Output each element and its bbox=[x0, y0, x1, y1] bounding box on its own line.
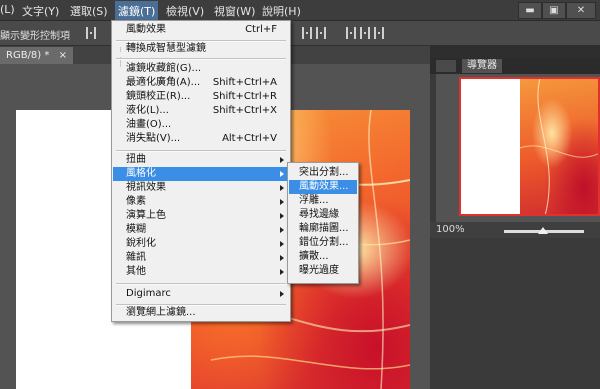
menu-window[interactable]: 視窗(W) bbox=[214, 3, 255, 19]
distribute-right-icon[interactable] bbox=[374, 27, 384, 39]
submenu-item-wind[interactable]: 風動效果... bbox=[289, 180, 357, 194]
menu-separator bbox=[116, 58, 286, 60]
submenu-arrow-icon bbox=[280, 199, 284, 205]
filter-menu: 風動效果 Ctrl+F 轉換成智慧型濾鏡 濾鏡收藏館(G)... 最適化廣角(A)… bbox=[111, 20, 291, 322]
menu-select[interactable]: 選取(S) bbox=[70, 3, 108, 19]
zoom-value[interactable]: 100% bbox=[436, 224, 465, 235]
menu-item-noise[interactable]: 雜訊 bbox=[113, 251, 289, 265]
menu-view[interactable]: 檢視(V) bbox=[166, 3, 204, 19]
menu-separator bbox=[116, 150, 286, 152]
menu-item-wind-last[interactable]: 風動效果 Ctrl+F bbox=[113, 23, 289, 37]
submenu-arrow-icon bbox=[280, 213, 284, 219]
menu-item-vanishing-point[interactable]: 消失點(V)... Alt+Ctrl+V bbox=[113, 132, 289, 146]
submenu-item-trace-contour[interactable]: 輪廓描圖... bbox=[289, 222, 357, 236]
menu-item-blur[interactable]: 模糊 bbox=[113, 223, 289, 237]
options-bar: 顯示變形控制項 bbox=[0, 21, 600, 46]
submenu-item-diffuse[interactable]: 擴散... bbox=[289, 250, 357, 264]
menu-item-oil-paint[interactable]: 油畫(O)... bbox=[113, 118, 289, 132]
tab-close-icon[interactable]: × bbox=[59, 50, 67, 61]
distribute-left-icon[interactable] bbox=[346, 27, 356, 39]
close-button[interactable]: ✕ bbox=[566, 2, 596, 19]
menu-item-browse-filters-online[interactable]: 瀏覽網上濾鏡... bbox=[113, 306, 289, 320]
menu-separator bbox=[116, 283, 286, 285]
menu-layer[interactable]: (L) bbox=[0, 3, 15, 16]
menu-item-video[interactable]: 視訊效果 bbox=[113, 181, 289, 195]
menu-item-convert-smart-filter[interactable]: 轉換成智慧型濾鏡 bbox=[113, 42, 289, 56]
menu-item-other[interactable]: 其他 bbox=[113, 265, 289, 279]
submenu-item-solarize[interactable]: 曝光過度 bbox=[289, 264, 357, 278]
menu-item-adaptive-wide-angle[interactable]: 最適化廣角(A)... Shift+Ctrl+A bbox=[113, 76, 289, 90]
panel-tab-row bbox=[430, 58, 600, 74]
submenu-item-find-edges[interactable]: 尋找邊緣 bbox=[289, 208, 357, 222]
align-top-icon[interactable] bbox=[86, 27, 96, 39]
submenu-arrow-icon bbox=[280, 255, 284, 261]
document-tab-label: RGB/8) * bbox=[6, 50, 50, 61]
menu-item-stylize[interactable]: 風格化 bbox=[113, 167, 289, 181]
zoom-slider-handle[interactable] bbox=[538, 227, 548, 234]
stylize-submenu: 突出分割... 風動效果... 浮雕... 尋找邊緣 輪廓描圖... 錯位分割.… bbox=[287, 162, 359, 284]
menu-text[interactable]: 文字(Y) bbox=[22, 3, 59, 19]
submenu-arrow-icon bbox=[280, 269, 284, 275]
menu-item-render[interactable]: 演算上色 bbox=[113, 209, 289, 223]
submenu-arrow-icon bbox=[280, 157, 284, 163]
menu-filter[interactable]: 濾鏡(T) bbox=[115, 1, 159, 21]
submenu-item-emboss[interactable]: 浮雕... bbox=[289, 194, 357, 208]
menu-item-pixelate[interactable]: 像素 bbox=[113, 195, 289, 209]
document-tab[interactable]: RGB/8) * × bbox=[0, 47, 73, 64]
restore-button[interactable]: ▣ bbox=[542, 2, 566, 19]
submenu-arrow-icon bbox=[280, 227, 284, 233]
menu-item-lens-correction[interactable]: 鏡頭校正(R)... Shift+Ctrl+R bbox=[113, 90, 289, 104]
minimize-button[interactable]: ▬ bbox=[518, 2, 542, 19]
distribute-center-icon[interactable] bbox=[360, 27, 370, 39]
submenu-arrow-icon bbox=[280, 291, 284, 297]
distribute-icon[interactable] bbox=[302, 27, 312, 39]
tab-navigator[interactable]: 導覽器 bbox=[462, 59, 502, 73]
submenu-arrow-icon bbox=[280, 171, 284, 177]
panel-lower-area bbox=[436, 238, 600, 389]
menu-item-digimarc[interactable]: Digimarc bbox=[113, 287, 289, 301]
menu-help[interactable]: 說明(H) bbox=[262, 3, 301, 19]
submenu-arrow-icon bbox=[280, 185, 284, 191]
submenu-item-tiles[interactable]: 錯位分割... bbox=[289, 236, 357, 250]
panel-header bbox=[430, 46, 600, 58]
menu-bar: (L) 文字(Y) 選取(S) 濾鏡(T) 檢視(V) 視窗(W) 說明(H) … bbox=[0, 0, 600, 21]
menu-item-distort[interactable]: 扭曲 bbox=[113, 153, 289, 167]
panel-collapse-icon[interactable] bbox=[436, 60, 456, 72]
menu-item-liquify[interactable]: 液化(L)... Shift+Ctrl+X bbox=[113, 104, 289, 118]
show-transform-controls-label[interactable]: 顯示變形控制項 bbox=[0, 27, 70, 42]
distribute-vertical-icon[interactable] bbox=[316, 27, 326, 39]
navigator-view-box[interactable] bbox=[459, 77, 600, 216]
menu-item-filter-gallery[interactable]: 濾鏡收藏館(G)... bbox=[113, 62, 289, 76]
submenu-item-diffuse-split[interactable]: 突出分割... bbox=[289, 166, 357, 180]
menu-item-sharpen[interactable]: 銳利化 bbox=[113, 237, 289, 251]
submenu-arrow-icon bbox=[280, 241, 284, 247]
